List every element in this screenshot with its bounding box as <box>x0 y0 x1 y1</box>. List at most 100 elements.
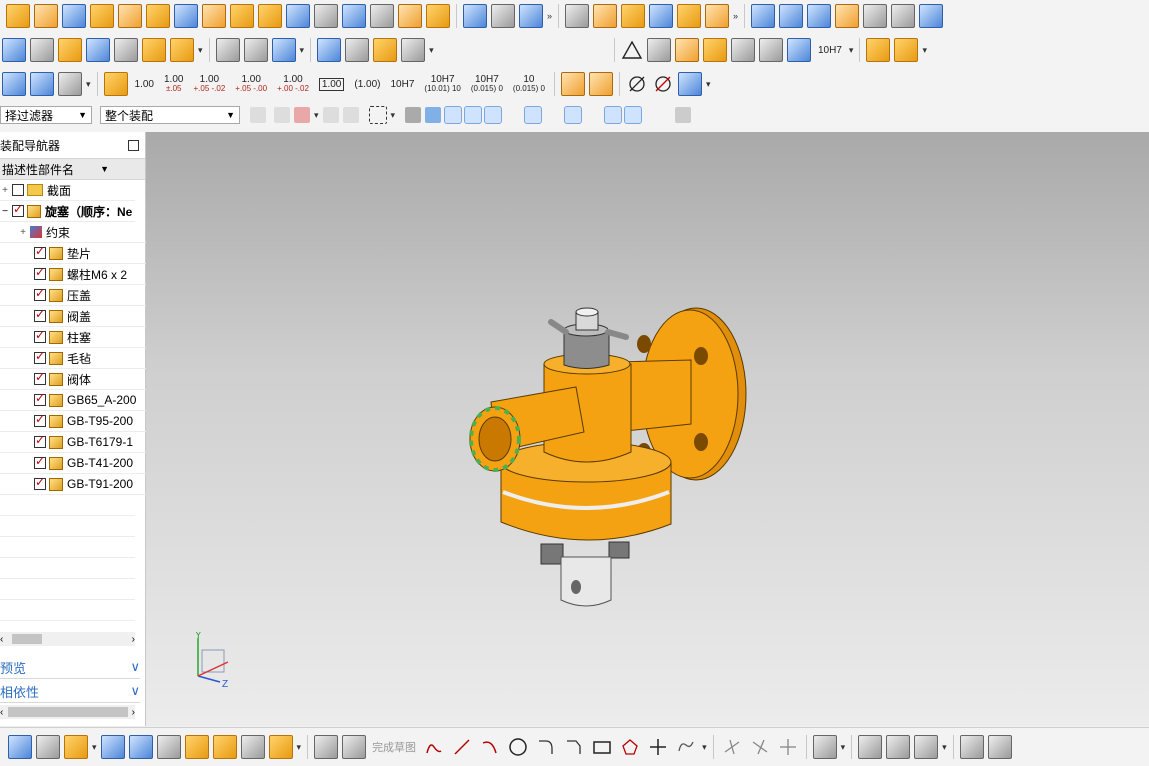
grid-snap-icon[interactable] <box>675 107 692 123</box>
tree-row-section[interactable]: + 截面 <box>0 180 135 201</box>
scroll-thumb[interactable] <box>12 634 42 644</box>
fit-icon[interactable]: 10H7 <box>391 79 415 89</box>
curve-icon[interactable] <box>215 38 240 62</box>
chevron-down-icon[interactable]: ▼ <box>100 164 109 174</box>
fit-limit-icon[interactable]: 10H7 (10.01) 10 <box>424 75 460 94</box>
boolean-icon[interactable] <box>286 4 310 28</box>
through-curves-icon[interactable] <box>779 4 804 28</box>
studio-surface-icon[interactable] <box>807 4 832 28</box>
spline-icon[interactable] <box>676 737 696 757</box>
dropdown-arrow-icon[interactable]: ▾ <box>297 742 302 753</box>
feature-select-icon[interactable] <box>342 107 359 123</box>
add-component-icon[interactable] <box>894 38 919 62</box>
note-icon[interactable] <box>58 38 82 62</box>
fit-value-icon[interactable]: 10 (0.015) 0 <box>513 75 545 94</box>
tree-row-root[interactable]: − 旋塞（顺序：Ne <box>0 201 135 222</box>
scroll-right-icon[interactable]: › <box>132 634 135 645</box>
constraint-icon[interactable] <box>858 735 883 759</box>
panel-scrollbar[interactable]: ‹ › <box>0 705 135 719</box>
add-component-icon[interactable] <box>8 735 32 759</box>
draft-icon[interactable] <box>519 4 543 28</box>
satellite-icon[interactable] <box>401 38 426 62</box>
rapid-dimension-icon[interactable] <box>886 735 911 759</box>
hole-icon[interactable] <box>62 4 86 28</box>
polygon-icon[interactable] <box>620 737 640 757</box>
sketch-icon[interactable] <box>268 735 293 759</box>
profile-icon[interactable] <box>424 737 444 757</box>
check-clearance-icon[interactable] <box>240 735 265 759</box>
assembly-constraint-icon[interactable] <box>86 38 110 62</box>
tree-row-part[interactable]: GB-T95-200 <box>0 411 169 432</box>
tree-row-part[interactable]: GB65_A-200 <box>0 390 169 411</box>
make-corner-icon[interactable] <box>778 737 798 757</box>
delete-face-icon[interactable] <box>621 4 646 28</box>
boss-icon[interactable] <box>90 4 114 28</box>
expand-icon[interactable]: + <box>0 185 10 196</box>
section-curve-icon[interactable] <box>243 38 268 62</box>
dropdown-arrow-icon[interactable]: ▾ <box>706 79 711 90</box>
blend-icon[interactable] <box>314 4 338 28</box>
hole-table-icon[interactable] <box>787 38 811 62</box>
pattern-curve-icon[interactable] <box>959 735 984 759</box>
checkbox[interactable] <box>34 412 46 427</box>
horizontal-scrollbar[interactable]: ‹ › <box>0 632 135 646</box>
offset-curve-icon[interactable] <box>812 735 837 759</box>
tree-row-constraints[interactable]: + 约束 <box>0 222 153 243</box>
block-icon[interactable] <box>463 4 487 28</box>
graphics-window[interactable]: Y Z <box>146 132 1149 726</box>
scope-filter-select[interactable]: 整个装配 ▼ <box>100 106 240 124</box>
checkbox[interactable] <box>34 286 46 301</box>
valve-model[interactable] <box>146 132 1149 726</box>
revolve-icon[interactable] <box>34 4 58 28</box>
tolerance-bilateral-icon[interactable]: 1.00 ±.05 <box>164 75 183 94</box>
body-select-icon[interactable] <box>425 107 442 123</box>
more-chevron-icon[interactable]: » <box>547 11 552 21</box>
wave-link-icon[interactable] <box>142 38 166 62</box>
snap-existing-point-icon[interactable] <box>604 106 623 124</box>
chevron-down-icon[interactable]: ∨ <box>130 659 140 675</box>
tolerance-unilateral-icon[interactable]: 1.00 +.05 -.02 <box>193 75 225 94</box>
snap-curve-icon[interactable] <box>505 107 521 123</box>
dropdown-arrow-icon[interactable]: ▾ <box>849 45 854 56</box>
checkbox[interactable] <box>34 391 46 406</box>
finish-sketch-icon[interactable] <box>342 735 367 759</box>
new-component-icon[interactable] <box>36 735 60 759</box>
checkbox[interactable] <box>34 370 46 385</box>
snap-quadrant-icon[interactable] <box>585 107 601 123</box>
scroll-right-icon[interactable]: › <box>132 707 135 718</box>
exploded-view-icon[interactable] <box>156 735 181 759</box>
sweep-icon[interactable] <box>342 4 366 28</box>
pocket-icon[interactable] <box>118 4 142 28</box>
tree-row-part[interactable]: 垫片 <box>0 243 169 264</box>
extend-icon[interactable] <box>750 737 770 757</box>
pattern-geometry-icon[interactable] <box>677 4 702 28</box>
expand-icon[interactable]: + <box>18 227 28 238</box>
tree-row-part[interactable]: 毛毡 <box>0 348 169 369</box>
text-feature-icon[interactable] <box>170 38 194 62</box>
ruler-icon[interactable] <box>271 38 296 62</box>
tree-row-part[interactable]: 阀盖 <box>0 306 169 327</box>
n-sided-surface-icon[interactable] <box>891 4 916 28</box>
resize-blend-icon[interactable] <box>649 4 674 28</box>
pattern-face-icon[interactable] <box>230 4 254 28</box>
tree-row-part[interactable]: GB-T6179-1 <box>0 432 169 453</box>
dropdown-arrow-icon[interactable]: ▾ <box>841 742 846 753</box>
extension-icon[interactable] <box>919 4 944 28</box>
dropdown-arrow-icon[interactable]: ▾ <box>86 79 91 90</box>
bridge-surface-icon[interactable] <box>863 4 888 28</box>
brush-icon[interactable] <box>759 38 783 62</box>
finish-sketch-label[interactable]: 完成草图 <box>372 739 416 755</box>
checkbox[interactable] <box>34 244 46 259</box>
split-body-icon[interactable] <box>426 4 450 28</box>
table-grid-icon[interactable] <box>675 38 699 62</box>
pad-icon[interactable] <box>146 4 170 28</box>
table-icon[interactable] <box>647 38 671 62</box>
trim-icon[interactable] <box>722 737 742 757</box>
basic-dimension-icon[interactable]: 1.00 <box>318 77 345 91</box>
coordinate-system-icon[interactable] <box>58 72 82 96</box>
tolerance-lower-icon[interactable]: 1.00 +.00 -.02 <box>277 75 309 94</box>
assembly-constraints-icon[interactable] <box>128 735 153 759</box>
triangle-icon[interactable] <box>621 39 643 61</box>
geometric-constraint-icon[interactable] <box>914 735 939 759</box>
snap-intersection-icon[interactable] <box>545 107 561 123</box>
